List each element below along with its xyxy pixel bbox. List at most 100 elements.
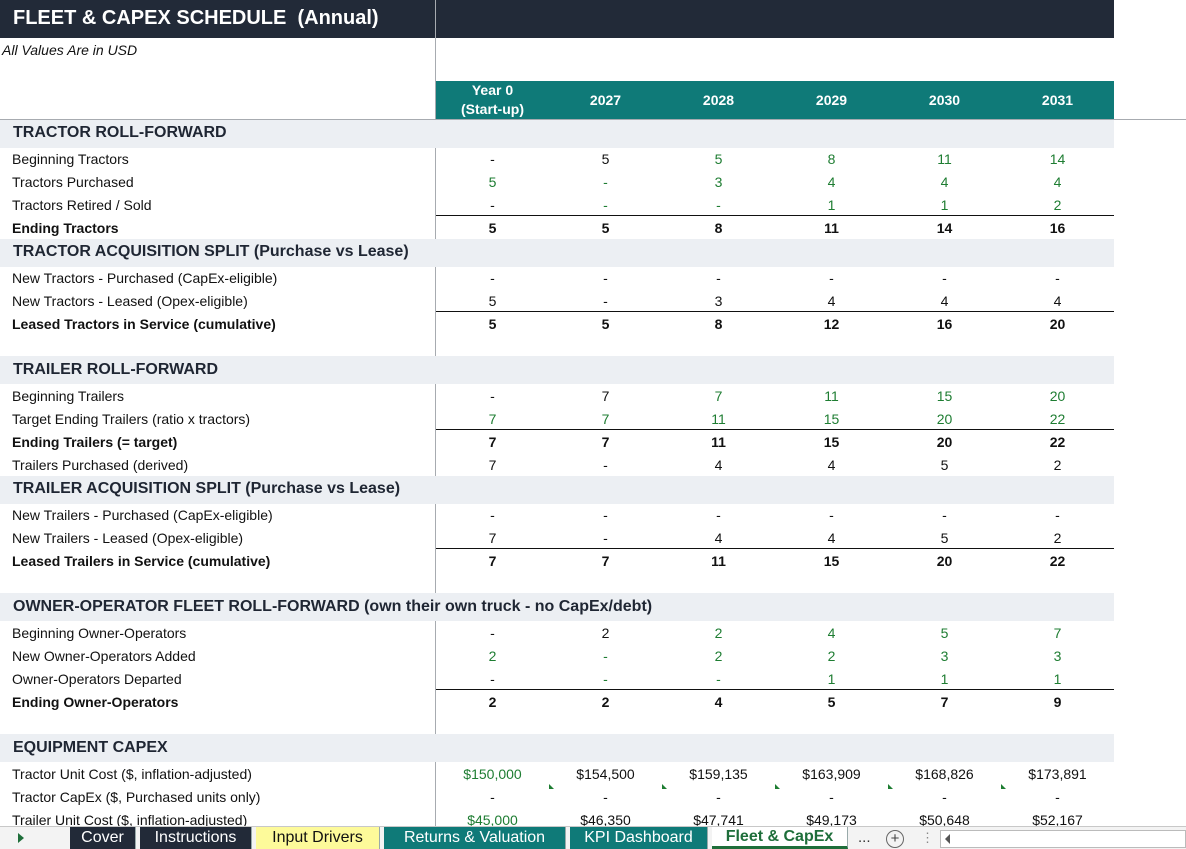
row-label[interactable]: Tractors Retired / Sold (12, 197, 152, 213)
value-cell[interactable]: 4 (1001, 174, 1114, 190)
value-cell[interactable]: - (549, 507, 662, 523)
value-cell[interactable]: 2 (436, 694, 549, 710)
value-cell[interactable]: 2 (1001, 197, 1114, 213)
tab-input-drivers[interactable]: Input Drivers (256, 827, 380, 849)
value-cell[interactable]: 7 (436, 434, 549, 450)
row-label[interactable]: Tractors Purchased (12, 174, 134, 190)
value-cell[interactable]: $173,891 (1001, 766, 1114, 782)
row-label[interactable]: New Tractors - Purchased (CapEx-eligible… (12, 270, 277, 286)
value-cell[interactable]: - (662, 507, 775, 523)
value-cell[interactable]: 2 (436, 648, 549, 664)
value-cell[interactable]: - (1001, 270, 1114, 286)
value-cell[interactable]: 4 (888, 293, 1001, 309)
value-cell[interactable]: $159,135 (662, 766, 775, 782)
value-cell[interactable]: 22 (1001, 553, 1114, 569)
row-label[interactable]: Beginning Tractors (12, 151, 129, 167)
row-label[interactable]: Tractor Unit Cost ($, inflation-adjusted… (12, 766, 252, 782)
value-cell[interactable]: 5 (549, 151, 662, 167)
value-cell[interactable]: $154,500 (549, 766, 662, 782)
value-cell[interactable]: 20 (1001, 388, 1114, 404)
scroll-tabs-right-icon[interactable] (18, 833, 24, 843)
tab-splitter-icon[interactable]: ⋮ (921, 830, 934, 846)
value-cell[interactable]: 7 (436, 457, 549, 473)
value-cell[interactable]: 20 (1001, 316, 1114, 332)
value-cell[interactable]: 7 (549, 411, 662, 427)
value-cell[interactable]: 4 (775, 293, 888, 309)
row-label[interactable]: Beginning Owner-Operators (12, 625, 186, 641)
value-cell[interactable]: - (662, 789, 775, 805)
row-label[interactable]: New Trailers - Purchased (CapEx-eligible… (12, 507, 273, 523)
value-cell[interactable]: 7 (888, 694, 1001, 710)
value-cell[interactable]: 5 (436, 316, 549, 332)
section-title-equipment-capex[interactable]: EQUIPMENT CAPEX (13, 739, 168, 757)
value-cell[interactable]: - (436, 507, 549, 523)
value-cell[interactable]: 15 (775, 411, 888, 427)
value-cell[interactable]: 16 (1001, 220, 1114, 236)
row-label[interactable]: Leased Tractors in Service (cumulative) (12, 316, 276, 332)
value-cell[interactable]: 20 (888, 411, 1001, 427)
section-title-owner-operator[interactable]: OWNER-OPERATOR FLEET ROLL-FORWARD (own t… (13, 598, 652, 616)
row-label[interactable]: Leased Trailers in Service (cumulative) (12, 553, 270, 569)
value-cell[interactable]: $150,000 (436, 766, 549, 782)
row-label[interactable]: Ending Tractors (12, 220, 119, 236)
value-cell[interactable]: 5 (775, 694, 888, 710)
value-cell[interactable]: 3 (662, 293, 775, 309)
value-cell[interactable]: 2 (1001, 530, 1114, 546)
tab-cover[interactable]: Cover (70, 827, 136, 849)
value-cell[interactable]: 22 (1001, 434, 1114, 450)
value-cell[interactable]: - (549, 174, 662, 190)
value-cell[interactable]: 15 (775, 434, 888, 450)
value-cell[interactable]: 5 (436, 293, 549, 309)
value-cell[interactable]: 22 (1001, 411, 1114, 427)
value-cell[interactable]: 11 (662, 411, 775, 427)
value-cell[interactable]: - (662, 197, 775, 213)
tab-fleet-capex[interactable]: Fleet & CapEx (712, 827, 848, 849)
value-cell[interactable]: 7 (436, 530, 549, 546)
value-cell[interactable]: 7 (436, 553, 549, 569)
value-cell[interactable]: 11 (662, 553, 775, 569)
tab-instructions[interactable]: Instructions (140, 827, 252, 849)
section-title-tractor-rollforward[interactable]: TRACTOR ROLL-FORWARD (13, 124, 227, 142)
horizontal-scrollbar[interactable] (940, 830, 1186, 848)
value-cell[interactable]: 5 (888, 625, 1001, 641)
row-label[interactable]: New Owner-Operators Added (12, 648, 196, 664)
value-cell[interactable]: - (436, 625, 549, 641)
value-cell[interactable]: 3 (662, 174, 775, 190)
year-header-cell[interactable]: 2027 (549, 81, 662, 119)
value-cell[interactable]: 11 (775, 388, 888, 404)
value-cell[interactable]: - (436, 151, 549, 167)
value-cell[interactable]: 5 (436, 174, 549, 190)
tab-returns-valuation[interactable]: Returns & Valuation (384, 827, 566, 849)
value-cell[interactable]: - (549, 789, 662, 805)
value-cell[interactable]: - (436, 197, 549, 213)
value-cell[interactable]: 11 (775, 220, 888, 236)
value-cell[interactable]: 7 (549, 388, 662, 404)
value-cell[interactable]: 4 (662, 457, 775, 473)
value-cell[interactable]: - (662, 270, 775, 286)
row-label[interactable]: New Tractors - Leased (Opex-eligible) (12, 293, 248, 309)
value-cell[interactable]: 4 (775, 625, 888, 641)
value-cell[interactable]: 5 (549, 220, 662, 236)
row-label[interactable]: Owner-Operators Departed (12, 671, 182, 687)
value-cell[interactable]: 8 (775, 151, 888, 167)
value-cell[interactable]: 8 (662, 220, 775, 236)
year-header-cell[interactable]: 2028 (662, 81, 775, 119)
value-cell[interactable]: 5 (888, 530, 1001, 546)
value-cell[interactable]: 16 (888, 316, 1001, 332)
value-cell[interactable]: - (662, 671, 775, 687)
value-cell[interactable]: 5 (436, 220, 549, 236)
value-cell[interactable]: - (888, 789, 1001, 805)
value-cell[interactable]: 3 (888, 648, 1001, 664)
value-cell[interactable]: 12 (775, 316, 888, 332)
value-cell[interactable]: 4 (1001, 293, 1114, 309)
value-cell[interactable]: - (775, 789, 888, 805)
row-label[interactable]: Trailers Purchased (derived) (12, 457, 188, 473)
value-cell[interactable]: 4 (888, 174, 1001, 190)
row-label[interactable]: Tractor CapEx ($, Purchased units only) (12, 789, 260, 805)
value-cell[interactable]: 15 (888, 388, 1001, 404)
value-cell[interactable]: - (775, 270, 888, 286)
value-cell[interactable]: 1 (1001, 671, 1114, 687)
row-label[interactable]: Beginning Trailers (12, 388, 124, 404)
value-cell[interactable]: 11 (662, 434, 775, 450)
value-cell[interactable]: 20 (888, 434, 1001, 450)
